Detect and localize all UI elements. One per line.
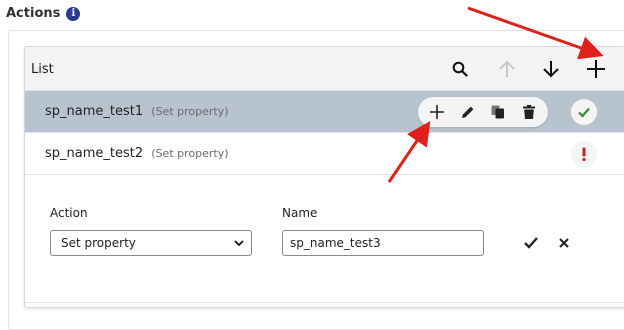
plus-icon[interactable] bbox=[426, 101, 448, 123]
action-label: Action bbox=[50, 206, 88, 220]
search-icon[interactable] bbox=[448, 57, 472, 81]
list-bottom-divider bbox=[25, 302, 624, 303]
name-input[interactable]: sp_name_test3 bbox=[282, 230, 484, 256]
status-ok-badge bbox=[571, 99, 597, 125]
info-icon[interactable]: i bbox=[66, 6, 81, 21]
copy-icon[interactable] bbox=[487, 101, 509, 123]
new-action-form: Action Set property Name sp_name_test3 bbox=[25, 177, 624, 287]
close-icon bbox=[559, 238, 569, 248]
cancel-button[interactable] bbox=[556, 235, 572, 251]
name-input-value: sp_name_test3 bbox=[290, 236, 381, 250]
check-icon bbox=[524, 237, 538, 249]
list-item[interactable]: sp_name_test1 (Set property) bbox=[25, 91, 624, 133]
actions-title-text: Actions bbox=[6, 6, 61, 21]
list-header: List bbox=[25, 47, 624, 91]
row-actions-toolbar bbox=[418, 97, 548, 127]
arrow-up-icon[interactable] bbox=[495, 57, 519, 81]
list-item-name: sp_name_test1 (Set property) bbox=[45, 104, 229, 119]
action-select-value: Set property bbox=[61, 236, 136, 250]
item-type-text: (Set property) bbox=[151, 147, 229, 160]
pencil-icon[interactable] bbox=[457, 101, 479, 123]
confirm-button[interactable] bbox=[522, 234, 540, 252]
arrow-down-icon[interactable] bbox=[539, 57, 563, 81]
check-icon bbox=[578, 107, 590, 118]
status-error-badge bbox=[571, 141, 597, 167]
action-select[interactable]: Set property bbox=[50, 230, 252, 256]
item-type-text: (Set property) bbox=[151, 105, 229, 118]
actions-section-title: Actions i bbox=[6, 6, 81, 21]
chevron-down-icon bbox=[234, 240, 244, 247]
item-name-text: sp_name_test2 bbox=[45, 146, 144, 161]
item-name-text: sp_name_test1 bbox=[45, 104, 144, 119]
exclamation-icon bbox=[582, 147, 586, 161]
list-item[interactable]: sp_name_test2 (Set property) bbox=[25, 133, 624, 175]
name-label: Name bbox=[282, 206, 318, 220]
add-action-button[interactable] bbox=[584, 57, 608, 81]
list-title: List bbox=[31, 62, 54, 77]
list-panel: List sp_name_test1 (Set property) sp_nam… bbox=[24, 46, 624, 308]
list-item-name: sp_name_test2 (Set property) bbox=[45, 146, 229, 161]
trash-icon[interactable] bbox=[518, 101, 540, 123]
plus-icon bbox=[587, 60, 605, 78]
